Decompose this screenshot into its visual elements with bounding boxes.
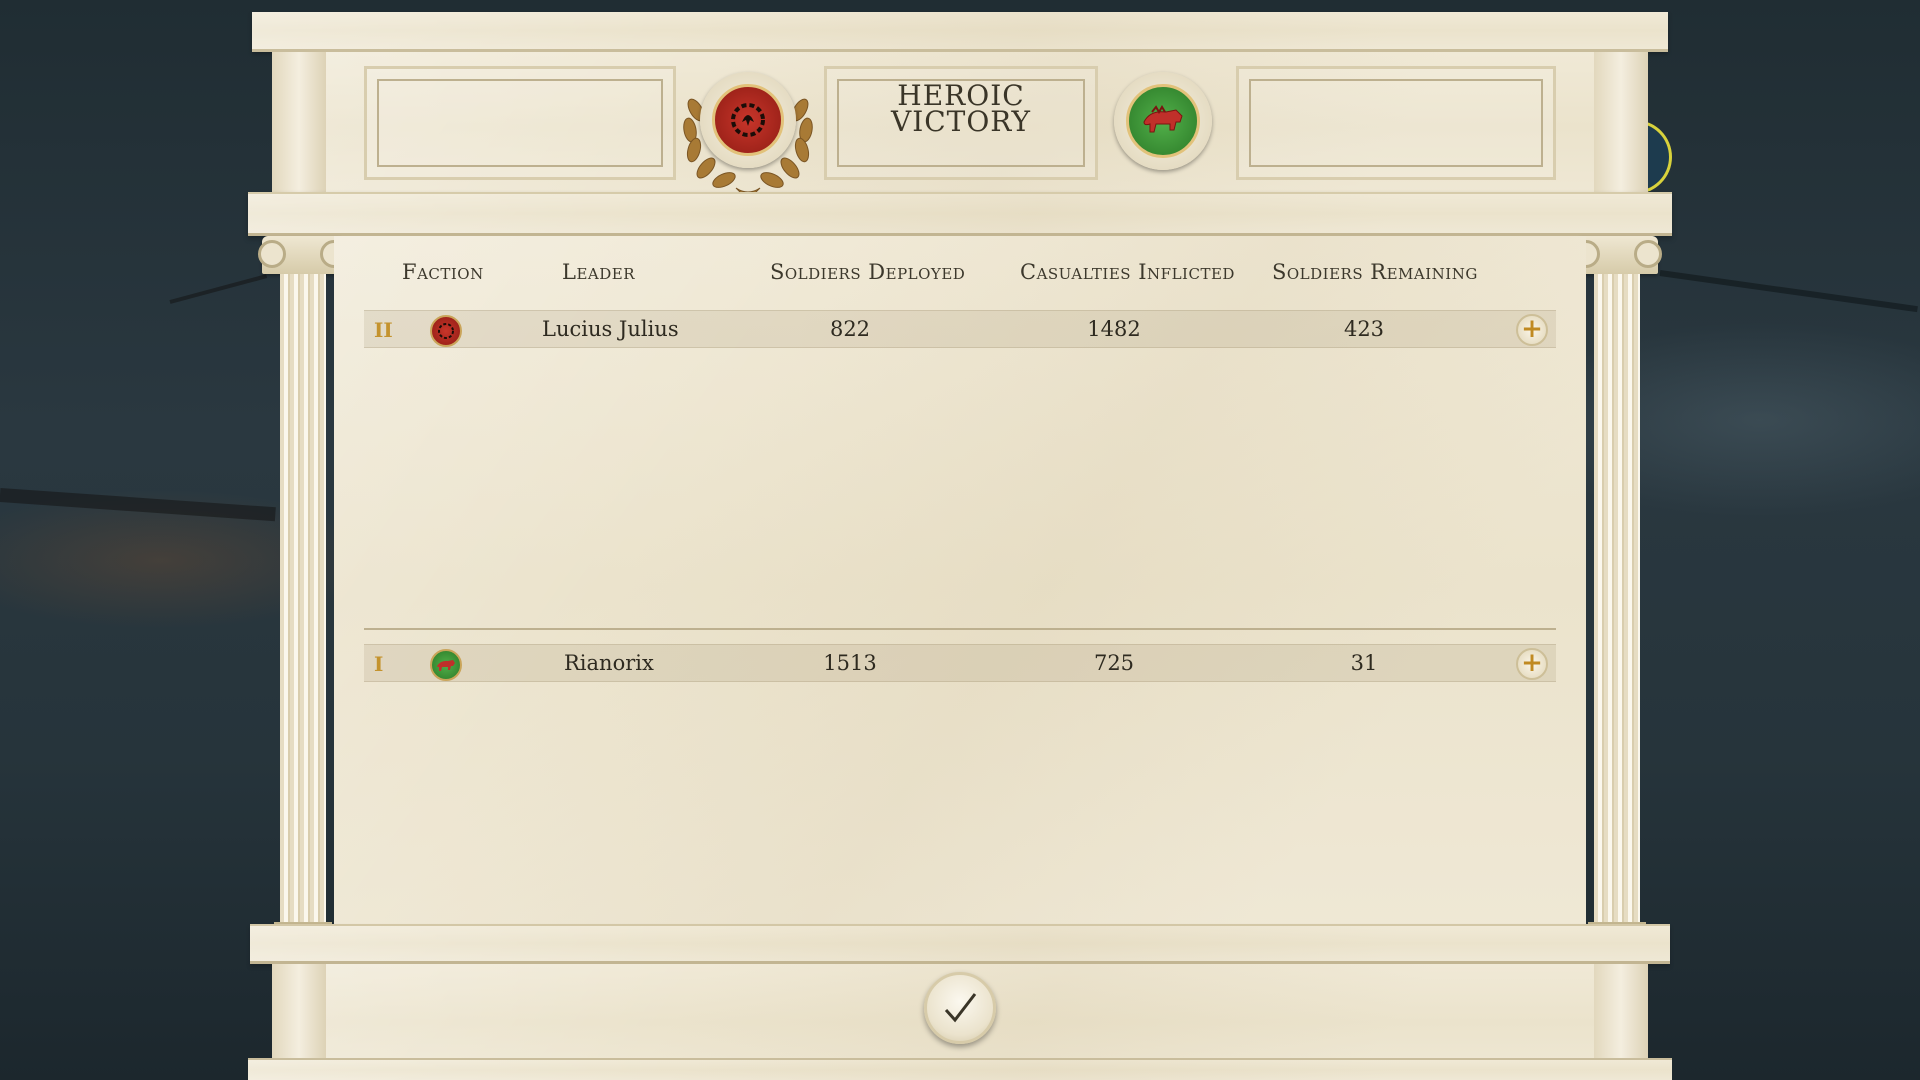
top-cornice bbox=[252, 12, 1668, 52]
roman-eagle-laurel-icon bbox=[712, 84, 784, 156]
header-pillar-left bbox=[272, 52, 326, 202]
result-title-box: HEROIC VICTORY bbox=[824, 66, 1098, 180]
header-faction: Faction bbox=[402, 260, 484, 284]
bottom-edge bbox=[248, 1058, 1672, 1080]
side-divider bbox=[364, 628, 1556, 630]
middle-cornice bbox=[248, 192, 1672, 236]
player-info-box bbox=[364, 66, 676, 180]
confirm-button[interactable] bbox=[924, 972, 996, 1044]
soldiers-remaining-value: 31 bbox=[1350, 651, 1378, 675]
header-soldiers-remaining: Soldiers Remaining bbox=[1272, 260, 1478, 284]
boar-icon bbox=[430, 649, 462, 681]
table-row-enemy[interactable]: I Rianorix 1513 725 31 + bbox=[364, 644, 1556, 682]
header-leader: Leader bbox=[562, 260, 635, 284]
header-soldiers-deployed: Soldiers Deployed bbox=[770, 260, 966, 284]
casualties-inflicted-value: 1482 bbox=[1087, 317, 1141, 341]
checkmark-icon bbox=[944, 993, 977, 1023]
player-faction-emblem bbox=[680, 70, 816, 200]
bottom-cornice bbox=[250, 924, 1670, 964]
table-row-player[interactable]: II Lucius Julius 822 1482 423 + bbox=[364, 310, 1556, 348]
roman-eagle-icon bbox=[430, 315, 462, 347]
soldiers-remaining-value: 423 bbox=[1343, 317, 1385, 341]
boar-icon bbox=[1126, 84, 1200, 158]
casualties-inflicted-value: 725 bbox=[1093, 651, 1135, 675]
rank-icon: I bbox=[374, 652, 384, 676]
header-pillar-right bbox=[1594, 52, 1648, 202]
results-table: Faction Leader Soldiers Deployed Casualt… bbox=[334, 236, 1586, 936]
soldiers-deployed-value: 1513 bbox=[823, 651, 877, 675]
leader-name: Rianorix bbox=[564, 651, 654, 675]
column-left bbox=[258, 236, 348, 936]
battle-results-panel: HEROIC VICTORY Faction Leader Soldiers D… bbox=[248, 12, 1672, 1080]
expand-details-button[interactable]: + bbox=[1516, 648, 1548, 680]
background-wall bbox=[0, 488, 276, 522]
leader-name: Lucius Julius bbox=[542, 317, 679, 341]
rank-icon: II bbox=[374, 318, 393, 342]
enemy-info-box bbox=[1236, 66, 1556, 180]
soldiers-deployed-value: 822 bbox=[829, 317, 871, 341]
column-right bbox=[1572, 236, 1662, 936]
header-casualties-inflicted: Casualties Inflicted bbox=[1020, 260, 1235, 284]
battle-result-title: HEROIC VICTORY bbox=[890, 79, 1032, 138]
background-troops bbox=[1659, 270, 1918, 313]
enemy-faction-emblem bbox=[1114, 72, 1212, 170]
expand-details-button[interactable]: + bbox=[1516, 314, 1548, 346]
